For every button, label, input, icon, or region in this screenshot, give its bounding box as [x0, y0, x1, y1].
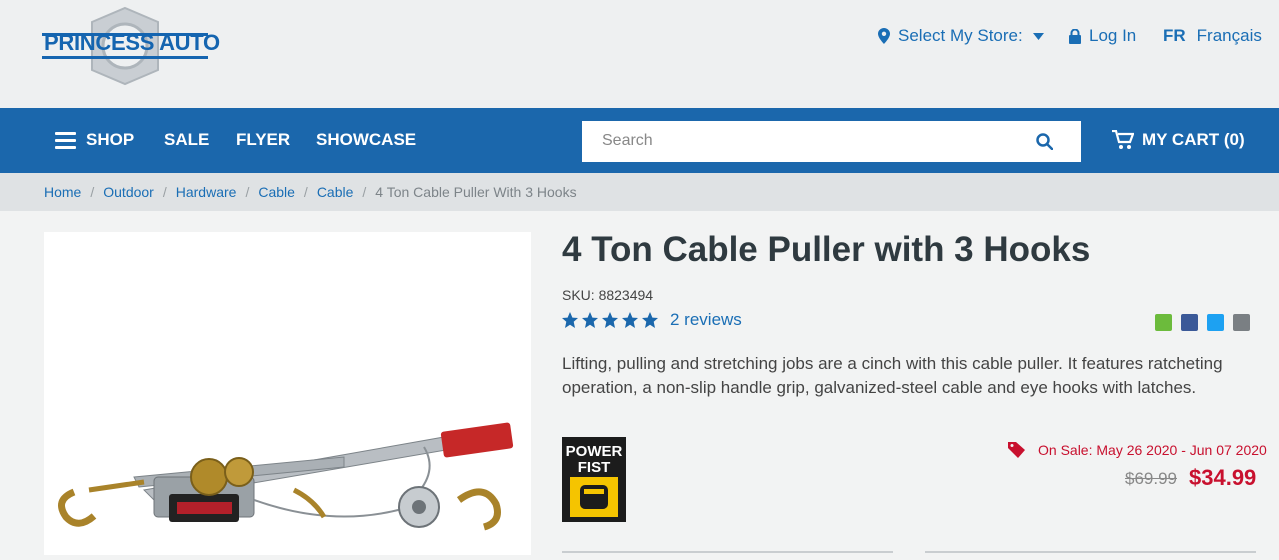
breadcrumb: Home / Outdoor / Hardware / Cable / Cable/ 4… [44, 184, 577, 200]
breadcrumb-current: 4 Ton Cable Puller With 3 Hooks [375, 184, 577, 200]
product-description: Lifting, pulling and stretching jobs are… [562, 354, 1223, 397]
divider [925, 551, 1256, 553]
sale-badge: On Sale: May 26 2020 - Jun 07 2020 [1008, 442, 1267, 458]
nav-showcase[interactable]: SHOWCASE [316, 130, 416, 150]
breadcrumb-home[interactable]: Home [44, 184, 81, 200]
search-input[interactable]: Search [602, 132, 653, 150]
breadcrumb-cable[interactable]: Cable [258, 184, 295, 200]
language-code: FR [1163, 26, 1186, 45]
login-label: Log In [1089, 26, 1137, 45]
top-header: PRINCESS AUTO Select My Store: Log In FR… [0, 0, 1279, 108]
cable-puller-illustration [58, 422, 514, 531]
search-box[interactable]: Search [582, 121, 1081, 162]
email-icon[interactable] [1233, 314, 1250, 331]
svg-text:FIST: FIST [578, 459, 611, 476]
product-image[interactable] [44, 232, 531, 555]
caret-down-icon [1032, 32, 1044, 40]
product-sku: SKU: 8823494 [562, 287, 654, 303]
logo-text[interactable]: PRINCESS AUTO [44, 30, 220, 56]
login-link[interactable]: Log In [1069, 26, 1136, 46]
power-fist-logo-art: POWER FIST [562, 437, 626, 522]
sale-price: $34.99 [1189, 465, 1257, 490]
reviews-link[interactable]: 2 reviews [670, 310, 742, 330]
cart-label: MY CART (0) [1142, 130, 1245, 149]
svg-text:POWER: POWER [566, 443, 623, 460]
star-rating-icon [562, 311, 658, 328]
sale-dates: On Sale: May 26 2020 - Jun 07 2020 [1038, 442, 1267, 458]
select-store-label: Select My Store: [898, 26, 1023, 45]
breadcrumb-hardware[interactable]: Hardware [176, 184, 237, 200]
main-nav: SHOP SALE FLYER SHOWCASE Search MY CART … [0, 108, 1279, 173]
nav-flyer[interactable]: FLYER [236, 130, 290, 150]
divider [562, 551, 893, 553]
breadcrumb-outdoor[interactable]: Outdoor [103, 184, 154, 200]
nav-shop[interactable]: SHOP [86, 130, 134, 150]
power-fist-logo[interactable]: POWER FIST [562, 437, 626, 522]
lock-icon [1069, 28, 1081, 44]
cart-icon [1112, 130, 1134, 149]
twitter-icon[interactable] [1207, 314, 1224, 331]
nav-sale[interactable]: SALE [164, 130, 209, 150]
share-icon[interactable] [1155, 314, 1172, 331]
rating[interactable]: 2 reviews [562, 310, 742, 330]
cart-button[interactable]: MY CART (0) [1112, 130, 1245, 150]
language-name: Français [1196, 26, 1262, 45]
product-title: 4 Ton Cable Puller with 3 Hooks [562, 230, 1091, 269]
hamburger-menu-icon[interactable] [55, 132, 76, 149]
breadcrumb-bar: Home / Outdoor / Hardware / Cable / Cable/ 4… [0, 173, 1279, 211]
search-icon[interactable] [1036, 133, 1053, 150]
facebook-icon[interactable] [1181, 314, 1198, 331]
original-price: $69.99 [1125, 469, 1177, 488]
language-link[interactable]: FR Français [1163, 26, 1262, 46]
select-store-link[interactable]: Select My Store: [878, 26, 1044, 46]
share-icons [1155, 314, 1250, 331]
map-pin-icon [878, 28, 890, 44]
breadcrumb-cable-sub[interactable]: Cable [317, 184, 354, 200]
price-tag-icon [1008, 442, 1025, 458]
